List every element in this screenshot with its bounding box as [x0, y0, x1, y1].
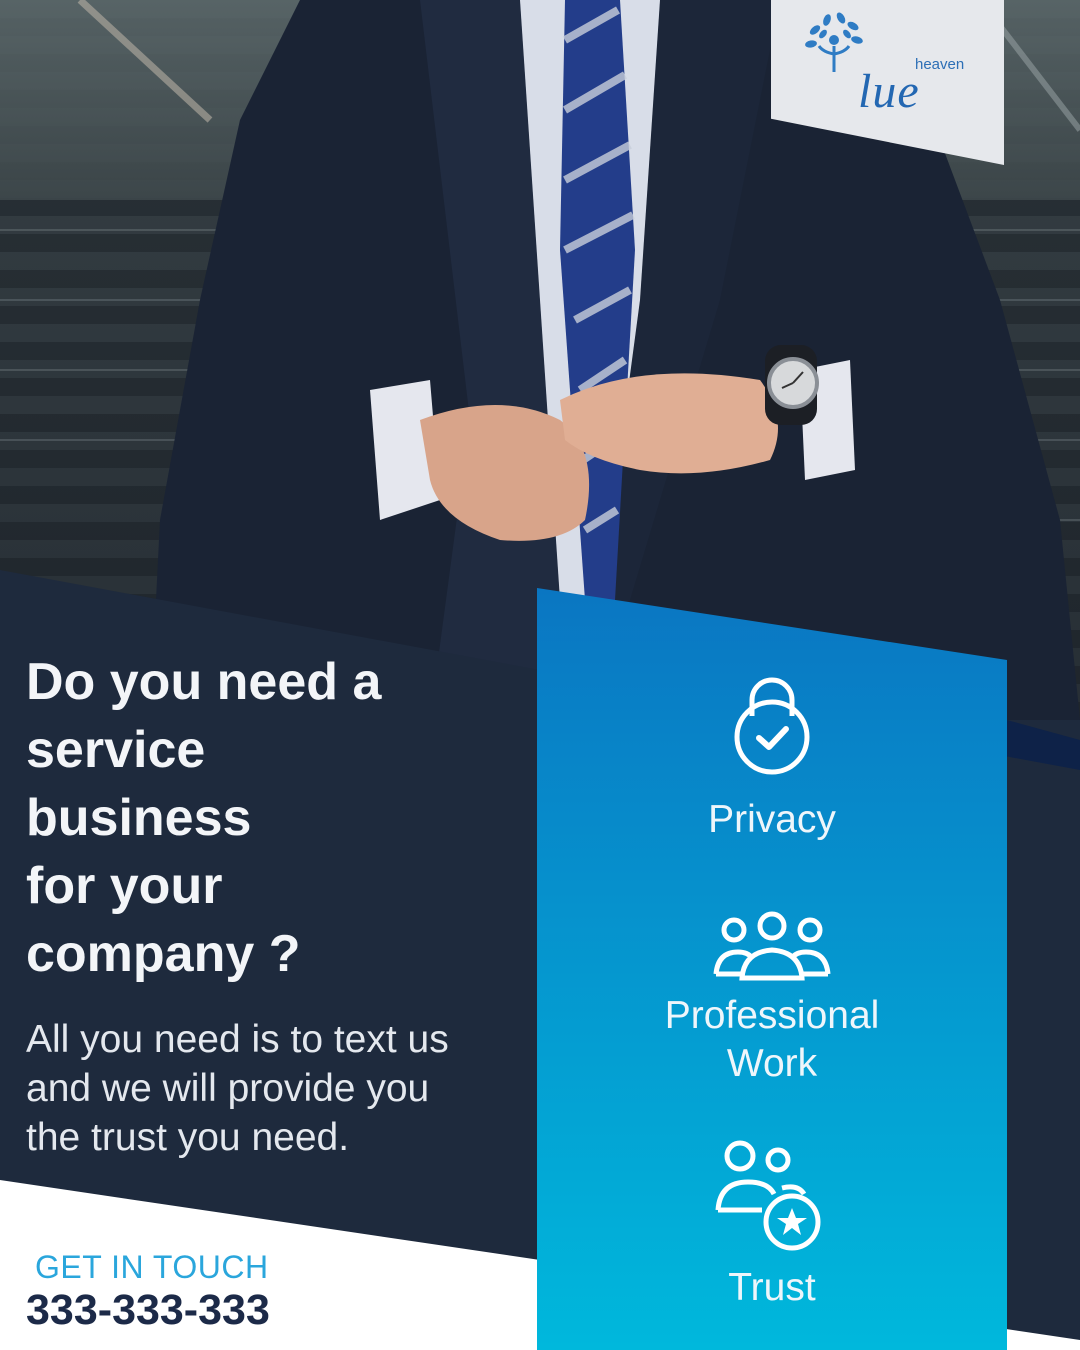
- padlock-check-icon: [734, 677, 810, 775]
- logo-main-text: lue: [858, 65, 920, 118]
- body-text: All you need is to text us and we will p…: [26, 1018, 449, 1159]
- contact-phone[interactable]: 333-333-333: [26, 1286, 270, 1335]
- feature-label: Professional Work: [664, 994, 880, 1085]
- feature-label: Privacy: [708, 798, 836, 841]
- logo-small-text: heaven: [915, 56, 965, 73]
- team-icon: [713, 911, 831, 981]
- headline: Do you need a service business for your …: [26, 653, 382, 983]
- contact-label: GET IN TOUCH: [35, 1249, 269, 1285]
- user-star-icon: [715, 1140, 821, 1251]
- feature-label: Trust: [728, 1266, 816, 1309]
